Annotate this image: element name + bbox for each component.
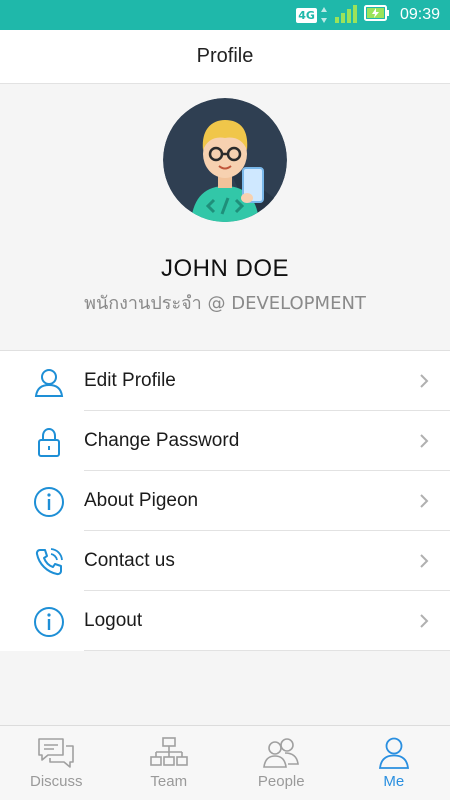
- chevron-right-icon: [420, 494, 429, 508]
- chevron-right-icon: [420, 374, 429, 388]
- people-icon: [263, 738, 300, 768]
- menu-item-edit-profile[interactable]: Edit Profile: [0, 351, 450, 411]
- menu-item-change-password[interactable]: Change Password: [0, 411, 450, 471]
- user-icon: [34, 369, 64, 397]
- status-bar: 4G 09:39: [0, 0, 450, 30]
- signal-icon: [334, 3, 358, 28]
- info-icon: [34, 607, 64, 637]
- phone-icon: [35, 548, 63, 576]
- tab-people[interactable]: People: [225, 726, 338, 800]
- info-icon: [34, 487, 64, 517]
- tab-label: People: [257, 773, 305, 790]
- tab-team[interactable]: Team: [113, 726, 226, 800]
- profile-header: JOHN DOE พนักงานประจำ @ DEVELOPMENT: [0, 84, 450, 350]
- tab-label: Me: [383, 773, 405, 790]
- profile-role: พนักงานประจำ @ DEVELOPMENT: [84, 293, 366, 314]
- page-title: Profile: [196, 45, 254, 67]
- chevron-right-icon: [420, 554, 429, 568]
- chevron-right-icon: [420, 434, 429, 448]
- menu-item-about-pigeon[interactable]: About Pigeon: [0, 471, 450, 531]
- bottom-tab-bar: Discuss Team People Me: [0, 725, 450, 800]
- menu-item-label: Logout: [84, 610, 143, 631]
- avatar[interactable]: [163, 98, 287, 222]
- menu-item-label: Change Password: [84, 430, 240, 451]
- chevron-right-icon: [420, 614, 429, 628]
- user-icon: [378, 737, 409, 769]
- profile-menu: Edit Profile Change Password About Pigeo…: [0, 350, 450, 651]
- status-time: 09:39: [399, 6, 440, 23]
- menu-item-logout[interactable]: Logout: [0, 591, 450, 651]
- app-bar: Profile: [0, 30, 450, 84]
- menu-item-label: About Pigeon: [84, 490, 199, 511]
- menu-item-label: Edit Profile: [84, 370, 176, 391]
- chat-icon: [38, 738, 75, 768]
- menu-item-label: Contact us: [84, 550, 175, 571]
- developer-avatar-icon: [163, 98, 287, 222]
- status-icons: 4G 09:39: [296, 0, 440, 30]
- divider: [84, 650, 450, 651]
- battery-charging-icon: [363, 4, 390, 27]
- tab-me[interactable]: Me: [338, 726, 450, 800]
- tab-discuss[interactable]: Discuss: [0, 726, 113, 800]
- menu-item-contact-us[interactable]: Contact us: [0, 531, 450, 591]
- profile-name: JOHN DOE: [160, 255, 289, 282]
- tab-label: Discuss: [29, 773, 83, 790]
- lock-icon: [38, 427, 60, 457]
- data-arrows-icon: [320, 6, 328, 24]
- tab-label: Team: [150, 773, 188, 790]
- 4g-icon: 4G: [296, 7, 317, 23]
- org-chart-icon: [149, 737, 188, 766]
